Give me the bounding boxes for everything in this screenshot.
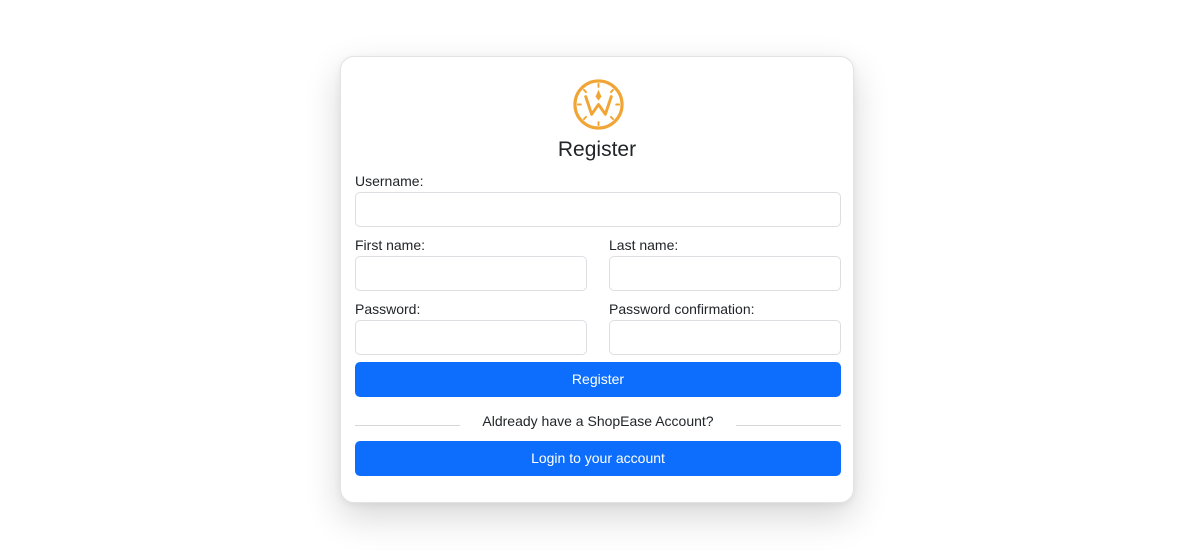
first-name-input[interactable] <box>355 256 587 291</box>
first-name-label: First name: <box>355 237 426 253</box>
last-name-label: Last name: <box>609 237 679 253</box>
username-input[interactable] <box>355 192 841 227</box>
divider-line-right <box>736 425 841 426</box>
register-card: Register Username: First name: Last name… <box>340 56 854 503</box>
page-title: Register <box>557 138 637 161</box>
password-label: Password: <box>355 301 421 317</box>
last-name-input[interactable] <box>609 256 841 291</box>
login-button[interactable]: Login to your account <box>355 441 841 476</box>
password-confirmation-input[interactable] <box>609 320 841 355</box>
divider-line-left <box>355 425 460 426</box>
password-confirmation-label: Password confirmation: <box>609 301 755 317</box>
register-button[interactable]: Register <box>355 362 841 397</box>
password-input[interactable] <box>355 320 587 355</box>
username-label: Username: <box>355 173 424 189</box>
shopease-logo-icon <box>573 79 624 130</box>
login-prompt-text: Aldready have a ShopEase Account? <box>482 413 714 429</box>
